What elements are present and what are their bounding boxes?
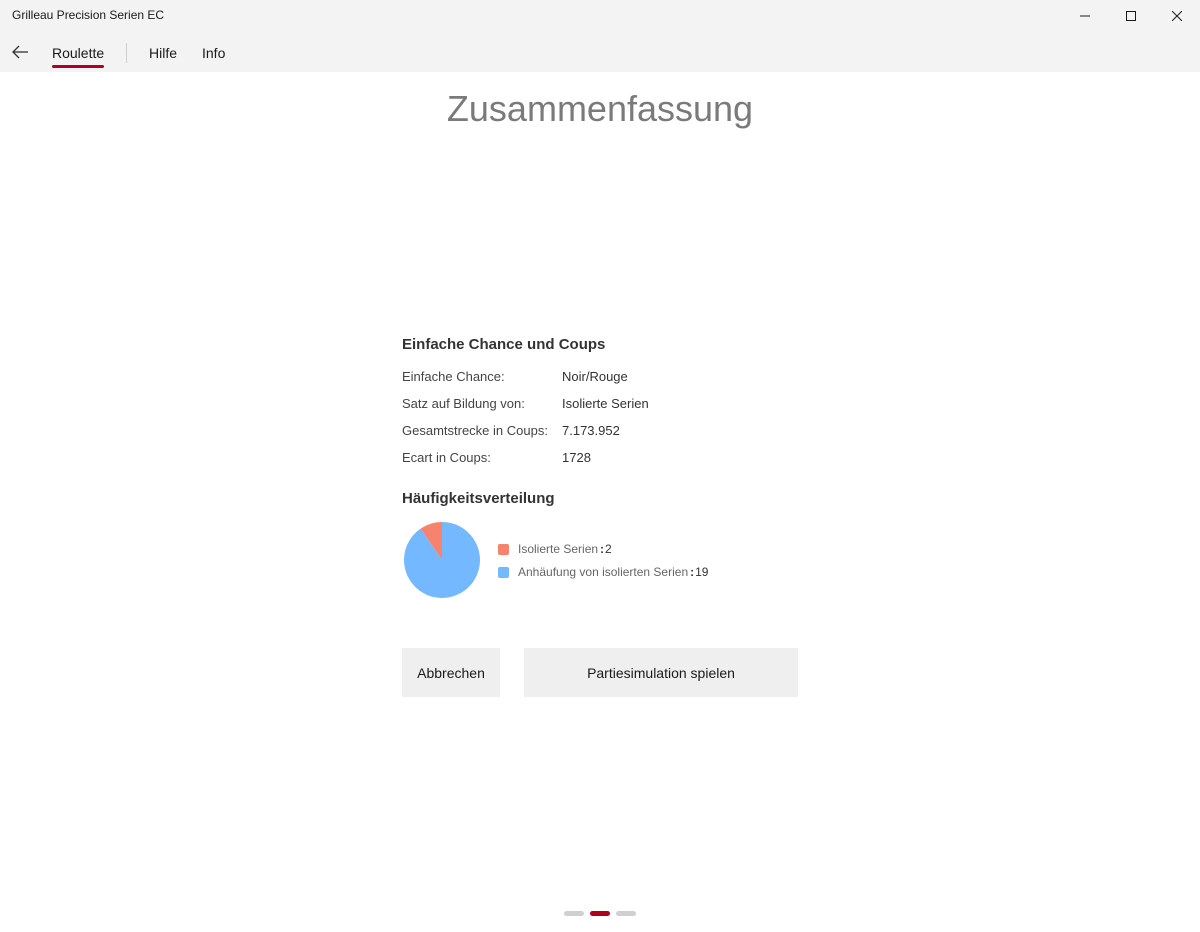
page-title: Zusammenfassung: [446, 88, 754, 129]
close-icon: [1172, 11, 1182, 21]
summary-row-value: 7.173.952: [562, 423, 620, 438]
navigation-bar: Roulette Hilfe Info: [0, 32, 1200, 72]
summary-row-value: 1728: [562, 450, 591, 465]
summary-row-value: Noir/Rouge: [562, 369, 628, 384]
play-simulation-button[interactable]: Partiesimulation spielen: [524, 648, 798, 697]
summary-row-label: Gesamtstrecke in Coups:: [402, 423, 548, 438]
page-indicator: [564, 911, 636, 916]
minimize-button[interactable]: [1062, 0, 1108, 32]
legend-label: Isolierte Serien: [518, 542, 599, 556]
legend-swatch: [498, 566, 509, 578]
cancel-button[interactable]: Abbrechen: [402, 648, 500, 697]
legend-label: Anhäufung von isolierten Serien: [518, 565, 689, 579]
back-arrow-icon: [12, 45, 28, 59]
close-button[interactable]: [1154, 0, 1200, 32]
title-bar: Grilleau Precision Serien EC: [0, 0, 1200, 32]
summary-row-value: Isolierte Serien: [562, 396, 649, 411]
maximize-icon: [1126, 11, 1136, 21]
summary-row-label: Satz auf Bildung von:: [402, 396, 525, 411]
page-indicator-dot[interactable]: [616, 911, 636, 916]
legend-value: 19: [695, 565, 709, 579]
legend-value: 2: [605, 542, 612, 556]
pie-chart: [402, 520, 482, 600]
legend-item: Isolierte Serien:2: [498, 542, 612, 556]
nav-item-roulette[interactable]: Roulette: [52, 45, 104, 61]
distribution-heading: Häufigkeitsverteilung: [402, 490, 555, 507]
nav-separator: [126, 43, 127, 63]
summary-heading: Einfache Chance und Coups: [402, 336, 606, 353]
page-indicator-dot[interactable]: [564, 911, 584, 916]
minimize-icon: [1080, 15, 1090, 17]
legend-item: Anhäufung von isolierten Serien:19: [498, 565, 708, 579]
pie-chart-svg: [404, 522, 480, 598]
nav-item-hilfe[interactable]: Hilfe: [149, 45, 177, 61]
page-indicator-dot[interactable]: [590, 911, 610, 916]
nav-active-indicator: [52, 65, 104, 68]
summary-row-label: Ecart in Coups:: [402, 450, 491, 465]
legend-separator: :: [690, 565, 695, 579]
nav-item-info[interactable]: Info: [202, 45, 225, 61]
summary-row-label: Einfache Chance:: [402, 369, 505, 384]
maximize-button[interactable]: [1108, 0, 1154, 32]
legend-swatch: [498, 543, 509, 555]
app-title: Grilleau Precision Serien EC: [12, 8, 165, 22]
pie-slice: [404, 522, 480, 598]
legend-separator: :: [600, 542, 605, 556]
back-button[interactable]: [4, 34, 36, 70]
